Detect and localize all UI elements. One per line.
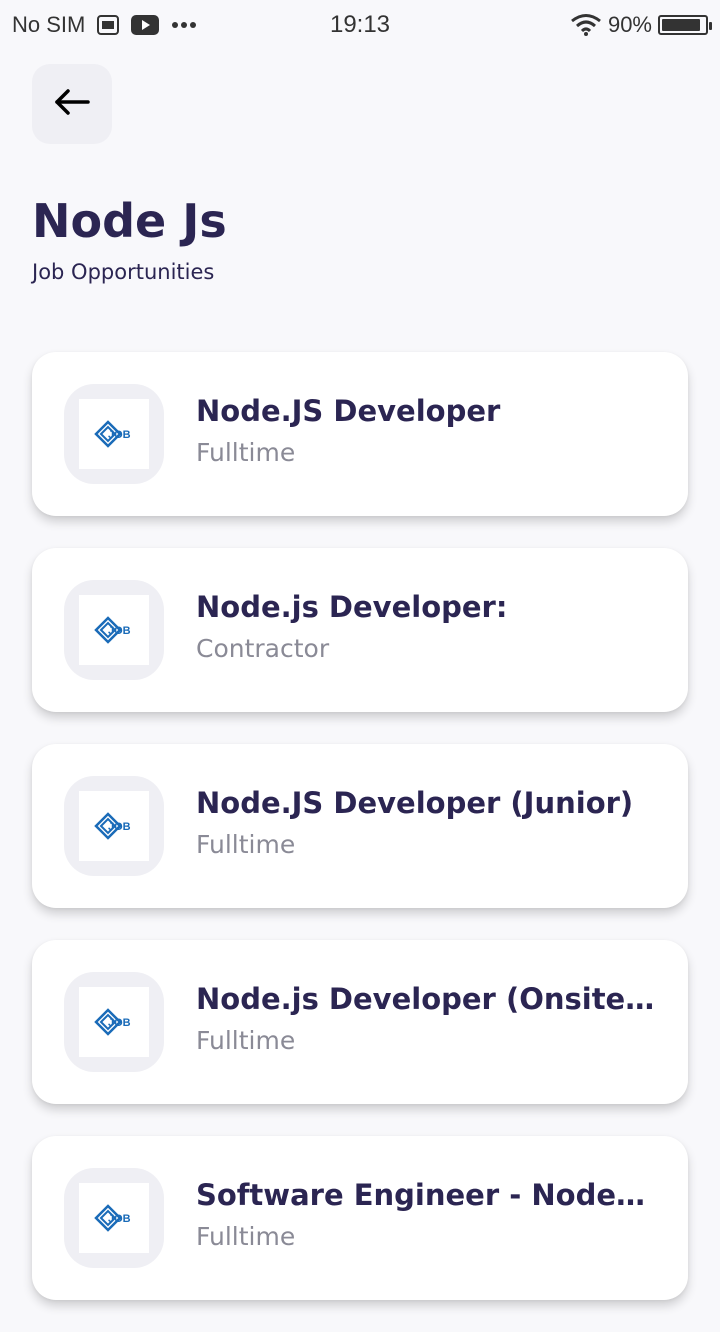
- status-right: 90%: [570, 12, 712, 38]
- job-title: Node.JS Developer: [196, 394, 501, 428]
- more-dots-icon: [171, 21, 197, 29]
- job-card[interactable]: JOB Node.js Developer (Onsite… Fulltime: [32, 940, 688, 1104]
- job-text: Node.js Developer: Contractor: [196, 590, 656, 663]
- company-logo: JOB: [64, 972, 164, 1072]
- job-type: Contractor: [196, 634, 330, 663]
- message-icon: [97, 15, 120, 35]
- job-logo-icon: JOB: [94, 616, 131, 644]
- battery-icon: [658, 15, 712, 35]
- status-bar: No SIM 19:13 90%: [0, 0, 720, 50]
- job-text: Node.js Developer (Onsite… Fulltime: [196, 982, 656, 1055]
- logo-text: JOB: [108, 821, 131, 833]
- company-logo: JOB: [64, 776, 164, 876]
- job-card[interactable]: JOB Node.JS Developer Fulltime: [32, 352, 688, 516]
- logo-box: JOB: [79, 1183, 149, 1253]
- battery-percent: 90%: [607, 12, 652, 37]
- page-title: Node Js: [32, 194, 227, 248]
- back-button[interactable]: [32, 64, 112, 144]
- job-title: Node.js Developer (Onsite…: [196, 982, 655, 1016]
- job-title: Node.JS Developer (Junior): [196, 786, 634, 820]
- job-text: Node.JS Developer (Junior) Fulltime: [196, 786, 656, 859]
- logo-text: JOB: [108, 429, 131, 441]
- wifi-icon: [570, 13, 602, 37]
- job-card[interactable]: JOB Software Engineer - Node.… Fulltime: [32, 1136, 688, 1300]
- youtube-icon: [131, 15, 160, 35]
- job-type: Fulltime: [196, 438, 296, 467]
- logo-text: JOB: [108, 1017, 131, 1029]
- logo-box: JOB: [79, 399, 149, 469]
- company-logo: JOB: [64, 384, 164, 484]
- job-logo-icon: JOB: [94, 1008, 131, 1036]
- job-type: Fulltime: [196, 1222, 296, 1251]
- company-logo: JOB: [64, 580, 164, 680]
- job-text: Node.JS Developer Fulltime: [196, 394, 656, 467]
- arrow-left-icon: [54, 88, 90, 120]
- carrier-label: No SIM: [12, 12, 86, 37]
- job-card[interactable]: JOB Node.js Developer: Contractor: [32, 548, 688, 712]
- job-type: Fulltime: [196, 1026, 296, 1055]
- job-logo-icon: JOB: [94, 812, 131, 840]
- job-type: Fulltime: [196, 830, 296, 859]
- logo-box: JOB: [79, 791, 149, 861]
- battery-fill: [662, 19, 700, 31]
- job-title: Node.js Developer:: [196, 590, 508, 624]
- logo-box: JOB: [79, 987, 149, 1057]
- job-logo-icon: JOB: [94, 420, 131, 448]
- status-left: No SIM: [12, 12, 197, 38]
- logo-text: JOB: [108, 625, 131, 637]
- job-list: JOB Node.JS Developer Fulltime JOB Node.…: [32, 352, 688, 1332]
- company-logo: JOB: [64, 1168, 164, 1268]
- logo-box: JOB: [79, 595, 149, 665]
- logo-text: JOB: [108, 1213, 131, 1225]
- job-card[interactable]: JOB Node.JS Developer (Junior) Fulltime: [32, 744, 688, 908]
- page-subtitle: Job Opportunities: [32, 260, 215, 284]
- job-title: Software Engineer - Node.…: [196, 1178, 656, 1212]
- job-logo-icon: JOB: [94, 1204, 131, 1232]
- job-text: Software Engineer - Node.… Fulltime: [196, 1178, 656, 1251]
